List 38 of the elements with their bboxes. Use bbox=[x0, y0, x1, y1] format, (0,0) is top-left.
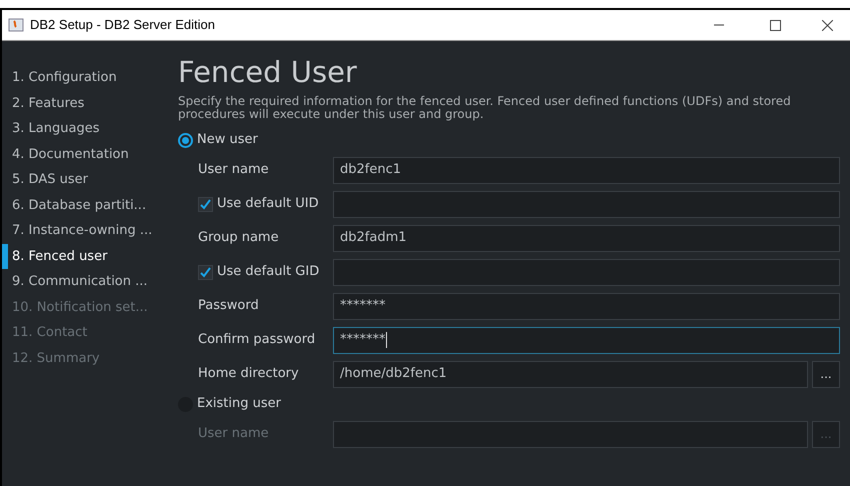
step-item[interactable]: 9. Communication ... bbox=[2, 269, 178, 294]
maximize-icon bbox=[770, 20, 780, 30]
field-label: Password bbox=[198, 297, 260, 316]
close-icon bbox=[822, 20, 832, 30]
input-field[interactable]: ******* bbox=[333, 326, 840, 354]
field-label: Home directory bbox=[198, 365, 300, 384]
input-field[interactable] bbox=[333, 258, 840, 286]
step-item[interactable]: 7. Instance-owning ... bbox=[2, 218, 178, 244]
step-item[interactable]: 2. Features bbox=[2, 90, 178, 116]
step-item[interactable]: 8. Fenced user bbox=[2, 244, 178, 269]
input-field[interactable]: ******* bbox=[333, 292, 840, 320]
radio-label: New user bbox=[197, 131, 258, 150]
window-title: DB2 Setup - DB2 Server Edition bbox=[30, 16, 215, 34]
checkbox[interactable] bbox=[198, 264, 213, 280]
app-icon bbox=[8, 17, 24, 33]
step-item[interactable]: 3. Languages bbox=[2, 116, 178, 142]
step-item[interactable]: 5. DAS user bbox=[2, 167, 178, 192]
step-item[interactable]: 4. Documentation bbox=[2, 142, 178, 167]
field-label: Group name bbox=[198, 229, 280, 248]
step-item[interactable]: 1. Configuration bbox=[2, 65, 178, 90]
page-title: Fenced User bbox=[178, 55, 358, 89]
radio-label: Existing user bbox=[197, 395, 281, 414]
field-label: User name bbox=[198, 425, 270, 444]
input-field[interactable]: db2fadm1 bbox=[333, 224, 840, 252]
field-label: User name bbox=[198, 161, 270, 180]
field-label: Confirm password bbox=[198, 331, 316, 350]
checkbox[interactable] bbox=[198, 196, 213, 212]
browse-button[interactable]: ... bbox=[812, 360, 840, 388]
check-icon bbox=[199, 198, 212, 210]
page-description: Specify the required information for the fenced user. Fenced user defined functions (UDFs) and stored procedures will execute under this user and group. bbox=[178, 95, 792, 121]
input-field[interactable] bbox=[333, 190, 840, 218]
radio-button[interactable] bbox=[178, 132, 193, 148]
input-field[interactable]: /home/db2fenc1 bbox=[333, 360, 808, 388]
step-item[interactable]: 6. Database partiti... bbox=[2, 192, 178, 218]
check-icon bbox=[199, 266, 212, 278]
checkbox-label: Use default UID bbox=[217, 195, 319, 214]
input-field[interactable]: db2fenc1 bbox=[333, 156, 840, 184]
checkbox-label: Use default GID bbox=[217, 263, 320, 282]
